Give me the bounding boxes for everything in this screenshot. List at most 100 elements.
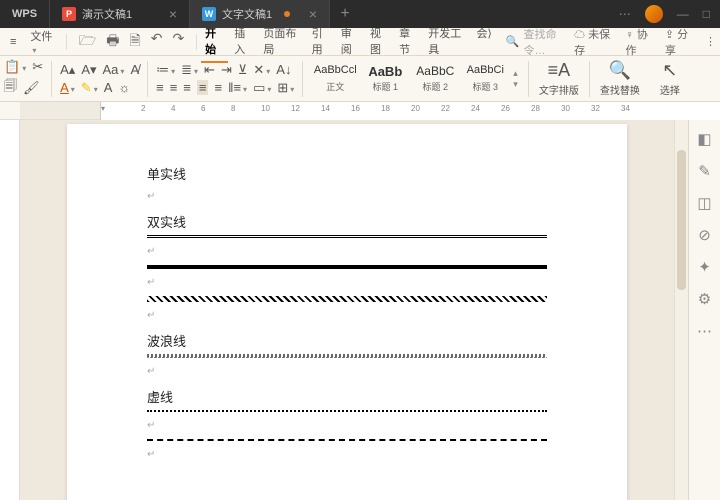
heading-dashed-line: 虚线 bbox=[147, 387, 547, 406]
align-center-icon[interactable]: ≡ bbox=[170, 80, 178, 95]
separator bbox=[589, 61, 590, 97]
ruler-mark: 2 bbox=[141, 104, 145, 113]
doc-tab-document[interactable]: W 文字文稿1 × bbox=[190, 0, 330, 28]
more-pane-icon[interactable]: ⋯ bbox=[697, 322, 712, 340]
char-border-icon[interactable]: A bbox=[104, 80, 113, 95]
file-menu[interactable]: 文件▾ bbox=[24, 26, 62, 58]
line-spacing-icon[interactable]: ‖≡▾ bbox=[228, 80, 247, 95]
undo-icon[interactable]: ↶ bbox=[151, 30, 163, 54]
vertical-ruler[interactable] bbox=[0, 120, 20, 500]
presentation-icon: P bbox=[62, 7, 76, 21]
tab-review[interactable]: 审阅 bbox=[337, 21, 364, 63]
limit-pane-icon[interactable]: ⊘ bbox=[698, 226, 711, 244]
scrollbar-thumb[interactable] bbox=[677, 150, 686, 290]
style-normal[interactable]: AaBbCcl 正文 bbox=[311, 62, 359, 95]
align-left-icon[interactable]: ≡ bbox=[156, 80, 164, 95]
shading-icon[interactable]: ▭▾ bbox=[253, 80, 271, 96]
close-icon[interactable]: × bbox=[169, 6, 177, 22]
border-icon[interactable]: ⊞▾ bbox=[277, 80, 294, 96]
paragraph-mark: ↵ bbox=[147, 366, 547, 377]
separator bbox=[66, 34, 67, 50]
decrease-indent-icon[interactable]: ⇤ bbox=[204, 62, 215, 78]
align-justify-icon[interactable]: ≡ bbox=[197, 80, 209, 95]
heading-wave-line: 波浪线 bbox=[147, 331, 547, 350]
text-layout-button[interactable]: ≡A 文字排版 bbox=[537, 60, 581, 97]
select-button[interactable]: ↖ 选择 bbox=[648, 60, 692, 97]
style-scroll[interactable]: ▴▾ bbox=[511, 62, 520, 95]
ruler-mark: 20 bbox=[411, 104, 420, 113]
hr-double bbox=[147, 235, 547, 238]
paste-icon[interactable]: 📋▾ bbox=[4, 59, 26, 75]
style-gallery: AaBbCcl 正文 AaBb 标题 1 AaBbC 标题 2 AaBbCi 标… bbox=[311, 62, 520, 95]
share-button[interactable]: ⇪ 分享 bbox=[665, 26, 695, 58]
print-icon[interactable]: 🖶 bbox=[106, 30, 119, 54]
align-right-icon[interactable]: ≡ bbox=[183, 80, 191, 95]
side-panel: ◧ ✎ ◫ ⊘ ✦ ⚙ ⋯ bbox=[688, 120, 720, 500]
window-controls: ⋯ — □ bbox=[609, 0, 720, 28]
page-area[interactable]: 单实线 ↵ 双实线 ↵ ↵ ↵ 波浪线 ↵ 虚线 ↵ ↵ bbox=[20, 120, 674, 500]
clear-format-icon[interactable]: A̸ bbox=[130, 62, 139, 77]
search-icon: 🔍 bbox=[609, 60, 631, 81]
home-button[interactable]: ≡ bbox=[4, 34, 22, 50]
document-page[interactable]: 单实线 ↵ 双实线 ↵ ↵ ↵ 波浪线 ↵ 虚线 ↵ ↵ bbox=[67, 124, 627, 500]
style-heading1[interactable]: AaBb 标题 1 bbox=[361, 62, 409, 95]
doc-tab-presentation[interactable]: P 演示文稿1 × bbox=[50, 0, 190, 28]
style-pane-icon[interactable]: ✎ bbox=[698, 162, 711, 180]
decrease-font-icon[interactable]: A▾ bbox=[81, 62, 96, 78]
numbering-icon[interactable]: ≣▾ bbox=[181, 62, 198, 78]
change-case-icon[interactable]: Aa▾ bbox=[103, 62, 125, 77]
ruler-mark: 4 bbox=[171, 104, 175, 113]
increase-indent-icon[interactable]: ⇥ bbox=[221, 62, 232, 78]
find-replace-button[interactable]: 🔍 查找替换 bbox=[598, 60, 642, 97]
preview-icon[interactable]: 🗎 bbox=[129, 30, 140, 54]
list-icon[interactable]: ⋯ bbox=[619, 7, 631, 21]
cut-icon[interactable]: ✂ bbox=[32, 59, 43, 75]
ruler-mark: 14 bbox=[321, 104, 330, 113]
workspace: 单实线 ↵ 双实线 ↵ ↵ ↵ 波浪线 ↵ 虚线 ↵ ↵ ◧ ✎ ◫ ⊘ ✦ ⚙… bbox=[0, 120, 720, 500]
highlight-icon[interactable]: ✎▾ bbox=[81, 80, 98, 96]
open-icon[interactable]: 🗁 bbox=[79, 30, 96, 54]
ruler-mark: 24 bbox=[471, 104, 480, 113]
font-color-icon[interactable]: A▾ bbox=[60, 80, 75, 95]
unsaved-status[interactable]: ☁ 未保存 bbox=[574, 26, 615, 58]
selection-pane-icon[interactable]: ◫ bbox=[697, 194, 711, 212]
char-shading-icon[interactable]: ☼ bbox=[118, 80, 130, 95]
linespacing-icon[interactable]: ✕▾ bbox=[253, 62, 270, 78]
tab-devtools[interactable]: 开发工具 bbox=[424, 21, 470, 63]
paragraph-mark: ↵ bbox=[147, 449, 547, 460]
tab-more[interactable]: 会⟩ bbox=[473, 21, 496, 63]
separator bbox=[528, 61, 529, 97]
menubar-right: ☁ 未保存 ♀ 协作 ⇪ 分享 ⋮ bbox=[574, 26, 716, 58]
avatar[interactable] bbox=[645, 5, 663, 23]
horizontal-ruler[interactable]: ▾ 246810121416182022242628303234 bbox=[100, 102, 720, 120]
collab-button[interactable]: ♀ 协作 bbox=[626, 26, 655, 58]
sort-icon[interactable]: A↓ bbox=[276, 62, 291, 77]
app-tab[interactable]: WPS bbox=[0, 0, 50, 28]
redo-icon[interactable]: ↷ bbox=[172, 30, 184, 54]
maximize-icon[interactable]: □ bbox=[703, 7, 710, 21]
ruler-mark: 28 bbox=[531, 104, 540, 113]
bullets-icon[interactable]: ≔▾ bbox=[156, 62, 175, 78]
command-search[interactable]: 🔍 查找命令… bbox=[506, 26, 572, 58]
heading-double-line: 双实线 bbox=[147, 212, 547, 231]
task-pane-icon[interactable]: ◧ bbox=[697, 130, 711, 148]
tab-section[interactable]: 章节 bbox=[395, 21, 422, 63]
increase-font-icon[interactable]: A▴ bbox=[60, 62, 75, 78]
copy-icon[interactable]: 🗐 bbox=[4, 77, 17, 99]
more-icon[interactable]: ⋮ bbox=[705, 35, 716, 48]
hr-dotted bbox=[147, 410, 547, 412]
clip-pane-icon[interactable]: ✦ bbox=[698, 258, 711, 276]
tab-view[interactable]: 视图 bbox=[366, 21, 393, 63]
tab-settings-icon[interactable]: ⊻ bbox=[238, 62, 248, 78]
property-pane-icon[interactable]: ⚙ bbox=[698, 290, 711, 308]
cursor-icon: ↖ bbox=[662, 60, 677, 81]
style-heading3[interactable]: AaBbCi 标题 3 bbox=[461, 62, 509, 95]
format-painter-icon[interactable]: 🖌 bbox=[23, 80, 40, 96]
close-icon[interactable]: × bbox=[309, 6, 317, 22]
minimize-icon[interactable]: — bbox=[677, 7, 689, 21]
distribute-icon[interactable]: ≡ bbox=[214, 80, 222, 95]
separator bbox=[302, 61, 303, 97]
vertical-scrollbar[interactable] bbox=[674, 120, 688, 500]
style-heading2[interactable]: AaBbC 标题 2 bbox=[411, 62, 459, 95]
paragraph-mark: ↵ bbox=[147, 310, 547, 321]
